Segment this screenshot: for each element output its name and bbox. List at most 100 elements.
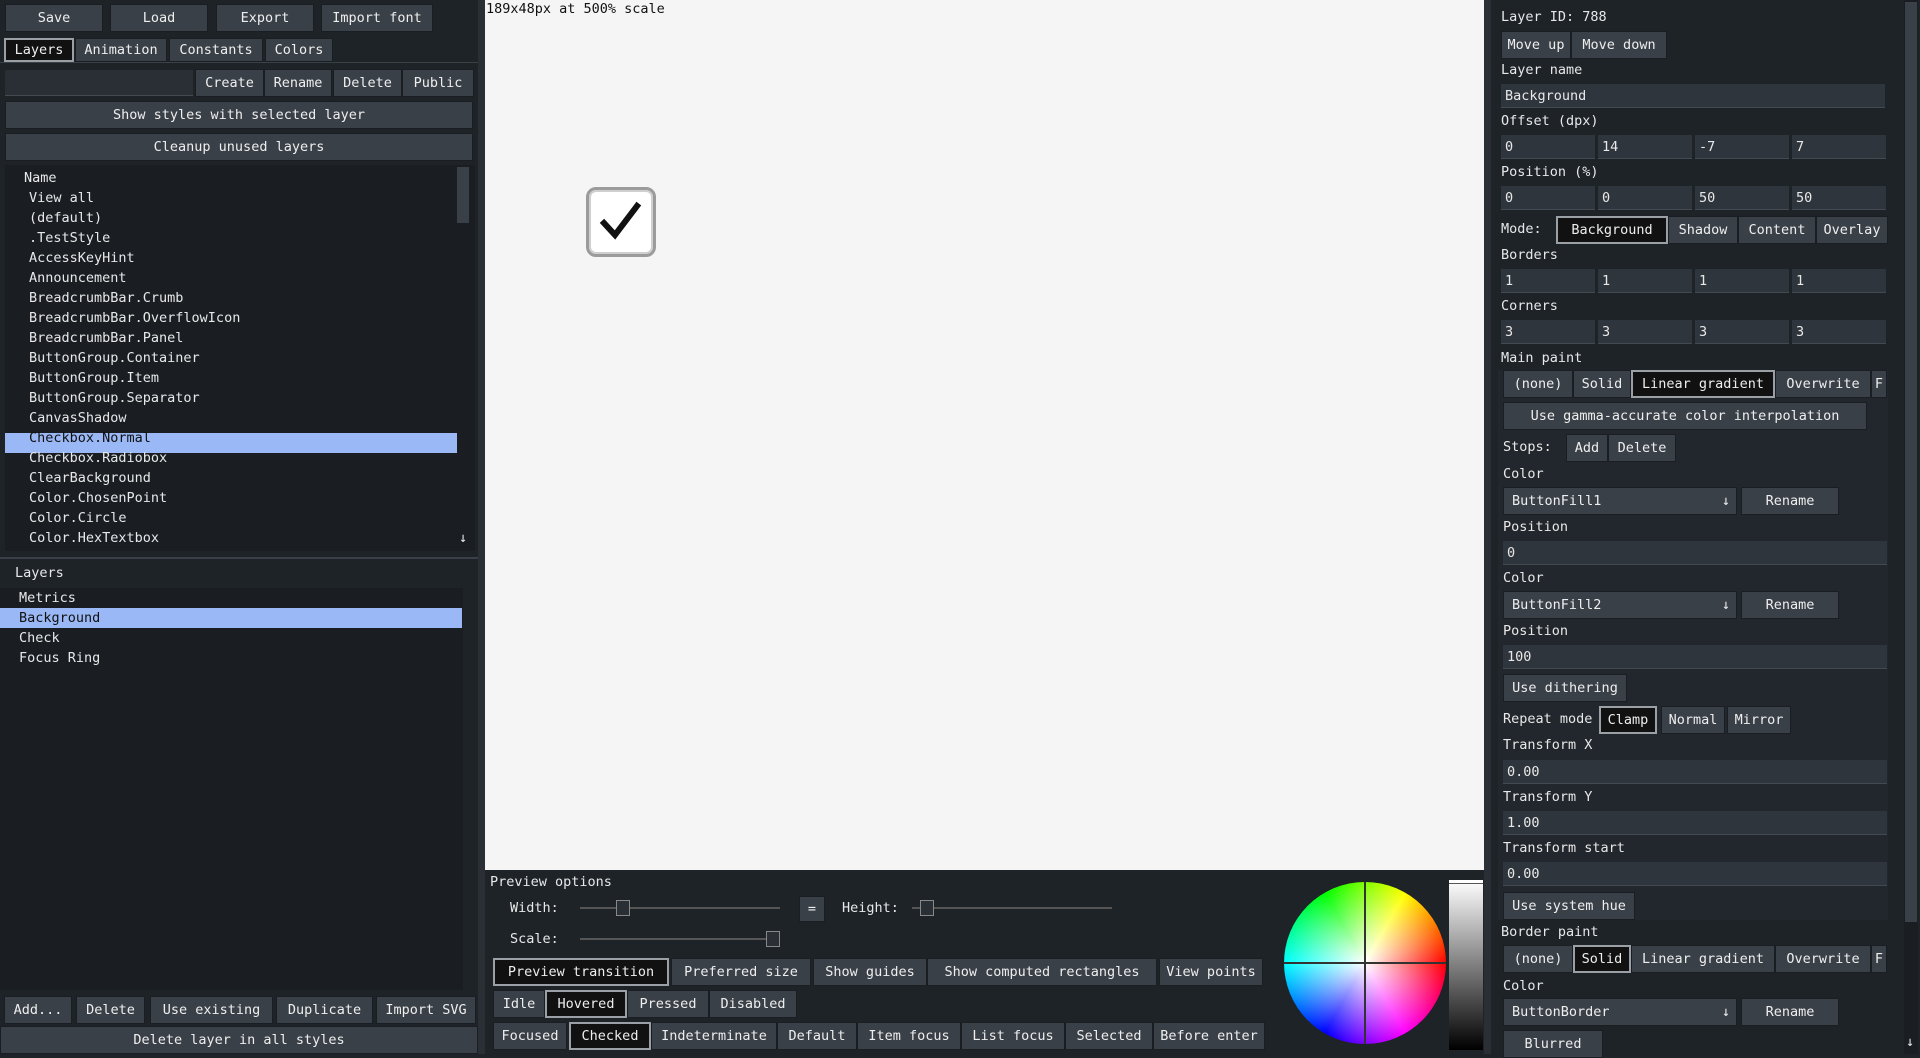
properties-scrollbar[interactable]: ↓ — [1904, 0, 1918, 1054]
stop1-position-input[interactable]: 0 — [1503, 541, 1887, 565]
load-button[interactable]: Load — [110, 4, 208, 32]
add-stop-button[interactable]: Add — [1566, 434, 1608, 462]
state-hovered[interactable]: Hovered — [545, 990, 627, 1018]
border-left-input[interactable]: 1 — [1501, 269, 1595, 293]
style-list-item[interactable]: ClearBackground — [29, 468, 151, 488]
corner-br-input[interactable]: 3 — [1792, 320, 1886, 344]
delete-style-button[interactable]: Delete — [333, 69, 402, 97]
style-list-item[interactable]: Announcement — [29, 268, 127, 288]
corner-tl-input[interactable]: 3 — [1501, 320, 1595, 344]
transform-y-input[interactable]: 1.00 — [1503, 811, 1887, 835]
main-paint-linear-gradient[interactable]: Linear gradient — [1631, 370, 1775, 398]
show-guides-toggle[interactable]: Show guides — [813, 958, 927, 986]
main-paint-solid[interactable]: Solid — [1573, 370, 1631, 398]
flag-before-enter[interactable]: Before enter — [1153, 1022, 1265, 1050]
layer-list-item-selected[interactable]: Background — [19, 608, 100, 628]
border-top-input[interactable]: 1 — [1695, 269, 1789, 293]
use-system-hue-toggle[interactable]: Use system hue — [1503, 892, 1635, 920]
stop1-rename-button[interactable]: Rename — [1741, 487, 1839, 515]
scroll-down-arrow-icon[interactable]: ↓ — [459, 529, 471, 547]
position-right-input[interactable]: 0 — [1598, 186, 1692, 210]
style-list-item[interactable]: View all — [29, 188, 94, 208]
height-slider[interactable] — [912, 900, 1112, 916]
tab-animation[interactable]: Animation — [75, 38, 167, 62]
height-slider-handle[interactable] — [920, 900, 934, 916]
stop2-color-dropdown[interactable]: ButtonFill2 ↓ — [1503, 591, 1737, 619]
position-left-input[interactable]: 0 — [1501, 186, 1595, 210]
offset-bottom-input[interactable]: 7 — [1792, 135, 1886, 159]
state-disabled[interactable]: Disabled — [709, 990, 797, 1018]
color-wheel[interactable] — [1284, 882, 1446, 1044]
import-font-button[interactable]: Import font — [321, 4, 433, 32]
tab-colors[interactable]: Colors — [265, 38, 333, 62]
move-down-button[interactable]: Move down — [1571, 31, 1667, 59]
use-dithering-toggle[interactable]: Use dithering — [1503, 674, 1627, 702]
style-list-item[interactable]: (default) — [29, 208, 102, 228]
style-list-item[interactable]: BreadcrumbBar.OverflowIcon — [29, 308, 240, 328]
export-button[interactable]: Export — [216, 4, 314, 32]
create-style-button[interactable]: Create — [195, 69, 264, 97]
border-paint-none[interactable]: (none) — [1503, 945, 1573, 973]
stop2-position-input[interactable]: 100 — [1503, 645, 1887, 669]
rename-style-button[interactable]: Rename — [264, 69, 332, 97]
offset-right-input[interactable]: 14 — [1598, 135, 1692, 159]
position-bottom-input[interactable]: 50 — [1792, 186, 1886, 210]
corner-bl-input[interactable]: 3 — [1695, 320, 1789, 344]
properties-scrollbar-thumb[interactable] — [1905, 2, 1917, 922]
styles-scrollbar-thumb[interactable] — [457, 167, 469, 223]
move-up-button[interactable]: Move up — [1501, 31, 1571, 59]
style-list-item[interactable]: BreadcrumbBar.Crumb — [29, 288, 183, 308]
layer-name-input[interactable]: Background — [1501, 84, 1885, 108]
transform-start-input[interactable]: 0.00 — [1503, 862, 1887, 886]
show-computed-rectangles-toggle[interactable]: Show computed rectangles — [927, 958, 1157, 986]
right-splitter[interactable] — [1484, 0, 1491, 1054]
flag-item-focus[interactable]: Item focus — [857, 1022, 961, 1050]
style-list-item[interactable]: CanvasShadow — [29, 408, 127, 428]
preview-canvas[interactable]: 189x48px at 500% scale — [485, 0, 1484, 870]
border-right-input[interactable]: 1 — [1598, 269, 1692, 293]
border-paint-overwrite[interactable]: Overwrite — [1775, 945, 1871, 973]
border-bottom-input[interactable]: 1 — [1792, 269, 1886, 293]
border-rename-button[interactable]: Rename — [1741, 998, 1839, 1026]
layer-list-item[interactable]: Check — [19, 628, 60, 648]
tab-layers[interactable]: Layers — [4, 38, 74, 62]
flag-list-focus[interactable]: List focus — [961, 1022, 1065, 1050]
duplicate-layer-button[interactable]: Duplicate — [276, 996, 373, 1024]
mode-shadow[interactable]: Shadow — [1668, 216, 1738, 244]
style-list-item[interactable]: ButtonGroup.Item — [29, 368, 159, 388]
stop1-color-dropdown[interactable]: ButtonFill1 ↓ — [1503, 487, 1737, 515]
style-list-item[interactable]: AccessKeyHint — [29, 248, 135, 268]
style-list-item-selected[interactable]: Checkbox.Normal — [29, 428, 151, 448]
add-layer-button[interactable]: Add... — [4, 996, 72, 1024]
scale-slider-handle[interactable] — [766, 931, 780, 947]
show-styles-with-layer-button[interactable]: Show styles with selected layer — [5, 101, 473, 129]
state-idle[interactable]: Idle — [493, 990, 545, 1018]
tab-constants[interactable]: Constants — [169, 38, 263, 62]
style-list-item[interactable]: Color.Circle — [29, 508, 127, 528]
left-splitter[interactable] — [478, 0, 485, 1054]
preferred-size-toggle[interactable]: Preferred size — [671, 958, 811, 986]
style-list-item[interactable]: Color.ChosenPoint — [29, 488, 167, 508]
transform-x-input[interactable]: 0.00 — [1503, 760, 1887, 784]
repeat-normal[interactable]: Normal — [1661, 706, 1725, 734]
brightness-slider[interactable] — [1449, 880, 1483, 1050]
style-list-item[interactable]: ButtonGroup.Container — [29, 348, 200, 368]
scale-slider[interactable] — [580, 931, 780, 947]
mode-overlay[interactable]: Overlay — [1816, 216, 1888, 244]
style-list-item[interactable]: Color.HexTextbox — [29, 528, 159, 548]
width-slider[interactable] — [580, 900, 780, 916]
use-existing-layer-button[interactable]: Use existing — [150, 996, 273, 1024]
mode-content[interactable]: Content — [1738, 216, 1816, 244]
brightness-slider-handle[interactable] — [1449, 880, 1483, 884]
border-paint-more[interactable]: F — [1871, 945, 1887, 973]
import-svg-button[interactable]: Import SVG — [376, 996, 476, 1024]
corner-tr-input[interactable]: 3 — [1598, 320, 1692, 344]
border-paint-linear-gradient[interactable]: Linear gradient — [1631, 945, 1775, 973]
repeat-mirror[interactable]: Mirror — [1727, 706, 1791, 734]
layer-list-item[interactable]: Metrics — [19, 588, 76, 608]
offset-left-input[interactable]: 0 — [1501, 135, 1595, 159]
style-list-item[interactable]: .TestStyle — [29, 228, 110, 248]
delete-stop-button[interactable]: Delete — [1608, 434, 1676, 462]
flag-indeterminate[interactable]: Indeterminate — [651, 1022, 777, 1050]
style-list-item[interactable]: Checkbox.Radiobox — [29, 448, 167, 468]
